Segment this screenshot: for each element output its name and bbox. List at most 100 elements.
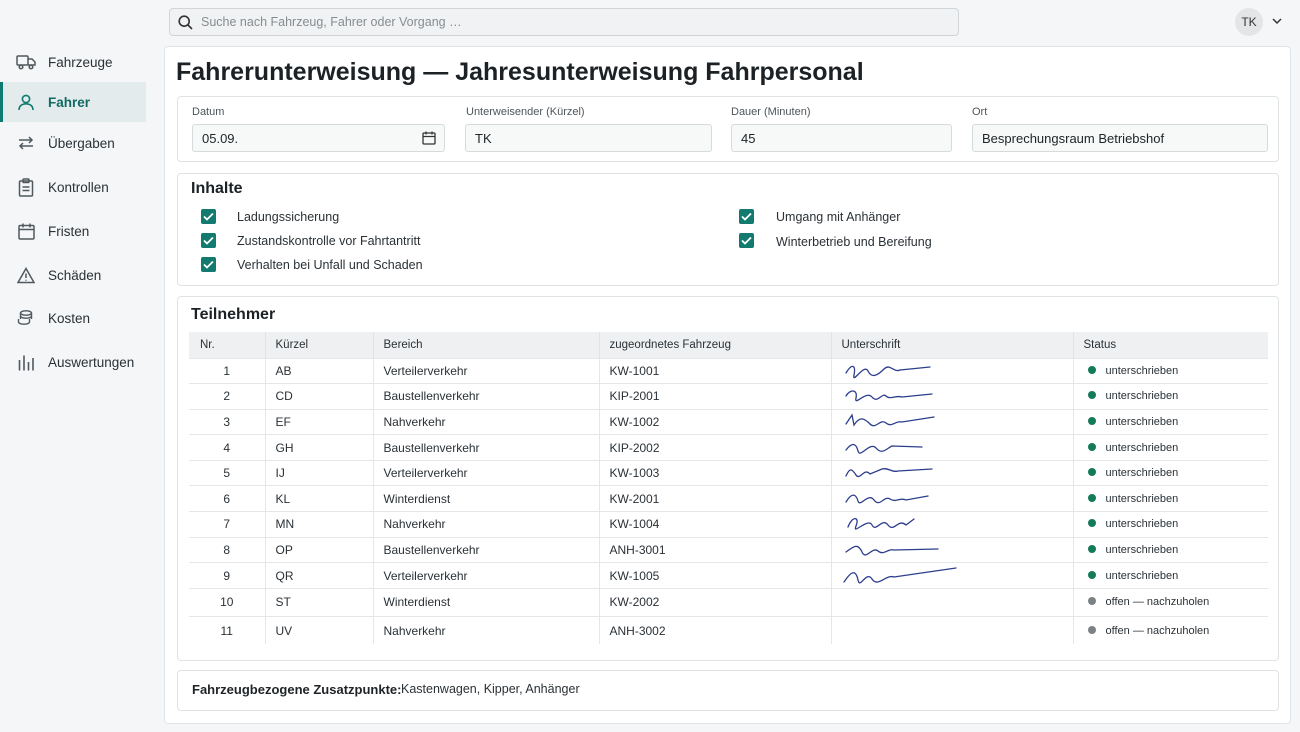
table-row[interactable]: 4 GH Baustellenverkehr KIP-2002 unterschrieb… — [189, 434, 1268, 461]
search-icon — [178, 14, 193, 30]
sidebar-item-fahrzeuge[interactable]: Fahrzeuge — [0, 42, 146, 82]
status-dot — [1087, 417, 1096, 426]
sidebar-item-fahrer[interactable]: Fahrer — [0, 82, 146, 122]
table-row[interactable]: 5 IJ Verteilerverkehr KW-1003 unterschrieben — [189, 459, 1268, 486]
column-header[interactable]: Nr. — [189, 332, 265, 358]
cell-status: unterschrieben — [1072, 511, 1268, 538]
ort-field[interactable]: Besprechungsraum Betriebshof — [972, 124, 1268, 152]
column-header[interactable]: Kürzel — [264, 332, 373, 358]
avatar[interactable]: TK — [1235, 8, 1263, 36]
column-header[interactable]: Status — [1072, 332, 1268, 358]
cell-bereich: Nahverkehr — [372, 615, 599, 645]
calendar-icon[interactable] — [422, 131, 436, 148]
signature-image — [844, 443, 923, 454]
sidebar-item-label: Auswertungen — [48, 354, 135, 370]
table-row[interactable]: 3 EF Nahverkehr KW-1002 unterschrieben — [189, 408, 1268, 435]
cell-fahrzeug: KW-2001 — [598, 485, 831, 512]
column-header[interactable]: zugeordnetes Fahrzeug — [598, 332, 831, 358]
cell-bereich: Winterdienst — [372, 587, 599, 617]
table-header-row: Nr. Kürzel Bereich zugeordnetes Fahrzeug… — [189, 332, 1268, 358]
unterweisender-label: Unterweisender (Kürzel) — [466, 106, 585, 118]
checkbox-ladungssicherung[interactable] — [201, 209, 216, 224]
datum-field[interactable]: 05.09. — [192, 124, 445, 152]
cell-bereich: Baustellenverkehr — [372, 434, 599, 461]
cell-nr: 1 — [189, 357, 265, 384]
cell-kuerzel: QR — [264, 562, 373, 589]
table-row[interactable]: 1 AB Verteilerverkehr KW-1001 unterschrieben — [189, 357, 1268, 384]
swap-arrows-icon — [16, 133, 36, 153]
table-row[interactable]: 11 UV Nahverkehr ANH-3002 offen — nachzuhole… — [189, 615, 1268, 645]
teilnehmer-table: Nr. Kürzel Bereich zugeordnetes Fahrzeug… — [189, 332, 1268, 645]
checkbox-label: Umgang mit Anhänger — [776, 210, 901, 224]
top-bar: TK — [152, 0, 1300, 44]
cell-status: offen — nachzuholen — [1072, 615, 1268, 645]
bar-chart-icon — [16, 352, 36, 372]
status-text: unterschrieben — [1105, 415, 1179, 428]
datum-value: 05.09. — [202, 131, 239, 146]
cell-status: unterschrieben — [1072, 408, 1268, 435]
status-dot — [1087, 468, 1096, 477]
cell-unterschrift — [830, 357, 1073, 384]
sidebar-item-auswertungen[interactable]: Auswertungen — [0, 342, 146, 382]
table-row[interactable]: 6 KL Winterdienst KW-2001 unterschrieben — [189, 485, 1268, 512]
status-text: unterschrieben — [1105, 518, 1179, 531]
checkbox-label: Winterbetrieb und Bereifung — [776, 235, 932, 249]
table-row[interactable]: 8 OP Baustellenverkehr ANH-3001 unterschrieb… — [189, 536, 1268, 563]
status-dot — [1087, 365, 1096, 374]
check-icon — [741, 236, 752, 245]
sidebar-item-uebergaben[interactable]: Übergaben — [0, 123, 146, 163]
cell-unterschrift — [830, 459, 1073, 486]
calendar-icon — [16, 221, 36, 241]
cell-unterschrift[interactable] — [830, 615, 1073, 645]
column-header[interactable]: Bereich — [372, 332, 599, 358]
signature-image — [844, 545, 939, 556]
check-icon — [741, 212, 752, 221]
cell-fahrzeug: KW-1005 — [598, 562, 831, 589]
status-text: offen — nachzuholen — [1105, 596, 1210, 609]
sidebar-item-kontrollen[interactable]: Kontrollen — [0, 167, 146, 207]
cell-nr: 6 — [189, 485, 265, 512]
sidebar-item-label: Schäden — [48, 267, 102, 283]
sidebar-item-fristen[interactable]: Fristen — [0, 211, 146, 251]
dauer-field[interactable]: 45 — [731, 124, 952, 152]
clipboard-icon — [16, 177, 36, 197]
cell-status: unterschrieben — [1072, 562, 1268, 589]
cell-unterschrift[interactable] — [830, 587, 1073, 617]
checkbox-winterbetrieb[interactable] — [739, 233, 754, 248]
table-row[interactable]: 7 MN Nahverkehr KW-1004 unterschrieben — [189, 511, 1268, 538]
sidebar-item-kosten[interactable]: Kosten — [0, 298, 146, 338]
checkbox-anhaenger[interactable] — [739, 209, 754, 224]
cell-nr: 5 — [189, 459, 265, 486]
cell-kuerzel: GH — [264, 434, 373, 461]
dauer-label: Dauer (Minuten) — [731, 106, 811, 118]
cell-kuerzel: UV — [264, 615, 373, 645]
cell-fahrzeug: KW-1003 — [598, 459, 831, 486]
sidebar-item-schaeden[interactable]: Schäden — [0, 255, 146, 295]
cell-fahrzeug: KIP-2001 — [598, 383, 831, 410]
datum-label: Datum — [192, 106, 225, 118]
page-title: Fahrerunterweisung — Jahresunterweisung … — [176, 58, 864, 86]
checkbox-zustandskontrolle[interactable] — [201, 233, 216, 248]
search-box[interactable] — [169, 8, 959, 36]
truck-icon — [16, 52, 36, 72]
table-row[interactable]: 9 QR Verteilerverkehr KW-1005 unterschrieben — [189, 562, 1268, 589]
column-header[interactable]: Unterschrift — [830, 332, 1073, 358]
status-dot — [1087, 519, 1096, 528]
signature-image — [844, 365, 931, 378]
zusatz-label: Fahrzeugbezogene Zusatzpunkte: — [192, 682, 402, 697]
signature-image — [844, 494, 929, 504]
table-row[interactable]: 10 ST Winterdienst KW-2002 offen — nachzuhol… — [189, 587, 1268, 617]
check-icon — [203, 260, 214, 269]
chevron-down-icon[interactable] — [1270, 14, 1284, 28]
status-text: unterschrieben — [1105, 364, 1179, 377]
status-dot — [1087, 493, 1096, 502]
signature-image — [844, 390, 933, 402]
checkbox-verhalten-unfall[interactable] — [201, 257, 216, 272]
search-input[interactable] — [201, 15, 941, 29]
table-row[interactable]: 2 CD Baustellenverkehr KIP-2001 unterschrieb… — [189, 383, 1268, 410]
unterweisender-field[interactable]: TK — [465, 124, 712, 152]
status-text: offen — nachzuholen — [1105, 624, 1210, 637]
cell-fahrzeug: KW-1001 — [598, 357, 831, 384]
cell-kuerzel: AB — [264, 357, 373, 384]
cell-unterschrift — [830, 485, 1073, 512]
